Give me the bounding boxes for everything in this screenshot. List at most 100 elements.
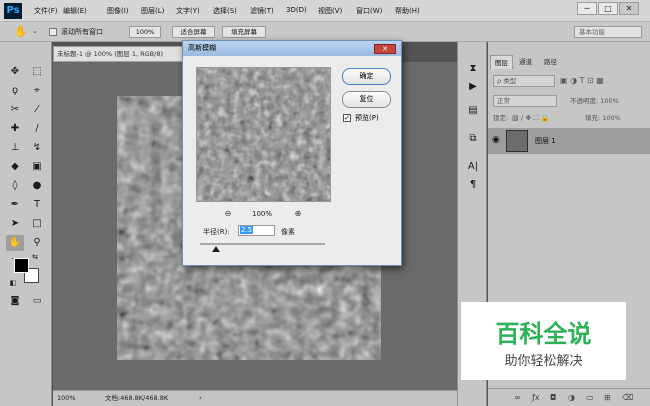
menu-window[interactable]: 窗口(W) xyxy=(356,6,382,16)
default-colors-icon[interactable]: ◧ xyxy=(8,278,18,288)
status-doc-size: 文档:468.8K/468.8K xyxy=(105,394,169,402)
dialog-title[interactable]: 高斯模糊 xyxy=(183,41,401,56)
layers-footer: ∞ ƒx ◘ ◑ ▭ ⊞ ⌫ xyxy=(488,388,650,406)
watermark-title: 百科全说 xyxy=(495,320,592,348)
dodge-tool-icon[interactable]: ● xyxy=(28,178,46,194)
menu-filter[interactable]: 滤镜(T) xyxy=(250,6,274,16)
lock-icons[interactable]: ▧ ∕ ✥ ⛶ 🔒 xyxy=(512,110,549,126)
radius-input[interactable]: 2.5 xyxy=(238,225,275,236)
status-arrow-icon[interactable]: › xyxy=(199,391,202,405)
opacity-field[interactable]: 不透明度: 100% xyxy=(570,93,619,109)
clone-stamp-tool-icon[interactable]: ⊥ xyxy=(6,140,24,156)
paragraph-panel-icon[interactable]: ¶ xyxy=(465,178,481,192)
fill-field[interactable]: 填充: 100% xyxy=(585,110,621,126)
tab-layers[interactable]: 图层 xyxy=(490,55,513,69)
history-brush-tool-icon[interactable]: ↯ xyxy=(28,140,46,156)
quick-select-tool-icon[interactable]: ⌖ xyxy=(28,83,46,99)
menu-view[interactable]: 视图(V) xyxy=(318,6,342,16)
reset-button[interactable]: 复位 xyxy=(342,91,391,108)
preview-zoom-level: 100% xyxy=(252,210,273,218)
scroll-all-windows-checkbox[interactable] xyxy=(49,28,57,36)
foreground-color-swatch[interactable] xyxy=(14,258,29,273)
menu-file[interactable]: 文件(F) xyxy=(34,6,58,16)
radius-slider[interactable] xyxy=(200,243,325,245)
brush-tool-icon[interactable]: ∕ xyxy=(28,121,46,137)
layer-row[interactable]: ◉ 图层 1 xyxy=(488,128,650,154)
eraser-tool-icon[interactable]: ◆ xyxy=(6,159,24,175)
zoom-out-icon[interactable]: ⊖ xyxy=(223,209,233,219)
maximize-button[interactable]: □ xyxy=(598,2,618,15)
menu-edit[interactable]: 编辑(E) xyxy=(63,6,87,16)
actions-panel-icon[interactable]: ▶ xyxy=(465,80,481,94)
radius-slider-thumb[interactable] xyxy=(212,246,220,252)
layer-thumbnail xyxy=(506,130,528,152)
menu-select[interactable]: 选择(S) xyxy=(213,6,237,16)
clone-source-panel-icon[interactable]: ⧉ xyxy=(465,132,481,146)
quick-mask-icon[interactable]: ◙ xyxy=(6,293,24,309)
menu-layer[interactable]: 图层(L) xyxy=(141,6,164,16)
gaussian-blur-dialog: 高斯模糊 ✕ 确定 复位 ✓ 预览(P) ⊖ 100% ⊕ 半径(R): 2.5… xyxy=(182,40,402,266)
tab-channels[interactable]: 通道 xyxy=(515,55,536,69)
ok-button[interactable]: 确定 xyxy=(342,68,391,85)
blur-preview-texture xyxy=(197,68,330,201)
trash-icon[interactable]: ⌫ xyxy=(622,389,633,406)
marquee-tool-icon[interactable]: ⬚ xyxy=(28,64,46,80)
layer-name[interactable]: 图层 1 xyxy=(535,136,556,146)
blend-mode-select[interactable]: 正常 xyxy=(493,95,557,107)
blur-tool-icon[interactable]: ◊ xyxy=(6,178,24,194)
move-tool-icon[interactable]: ✥ xyxy=(6,64,24,80)
photoshop-logo: Ps xyxy=(4,3,22,19)
fill-screen-button[interactable]: 填充屏幕 xyxy=(222,26,266,38)
rectangle-tool-icon[interactable]: □ xyxy=(28,216,46,232)
folder-icon[interactable]: ▭ xyxy=(586,389,594,406)
properties-panel-icon[interactable]: ▤ xyxy=(465,104,481,118)
new-layer-icon[interactable]: ⊞ xyxy=(604,389,611,406)
status-zoom[interactable]: 100% xyxy=(57,391,76,405)
screen-mode-icon[interactable]: ▭ xyxy=(28,293,46,309)
menu-bar: Ps 文件(F) 编辑(E) 图像(I) 图层(L) 文字(Y) 选择(S) 滤… xyxy=(0,0,650,22)
path-select-tool-icon[interactable]: ➤ xyxy=(6,216,24,232)
tools-panel: ✥ ⬚ ϙ ⌖ ✂ ⁄ ✚ ∕ ⊥ ↯ ◆ ▣ ◊ ● ✒ T ➤ □ ✋ ⚲ … xyxy=(0,42,52,406)
link-icon[interactable]: ∞ xyxy=(514,389,521,406)
close-button[interactable]: ✕ xyxy=(619,2,639,15)
preview-label: 预览(P) xyxy=(355,114,379,122)
menu-type[interactable]: 文字(Y) xyxy=(176,6,200,16)
workspace-select[interactable]: 基本功能 xyxy=(574,26,642,38)
blur-preview-image[interactable] xyxy=(196,67,331,202)
lock-label: 锁定: xyxy=(493,114,509,122)
type-tool-icon[interactable]: T xyxy=(28,197,46,213)
menu-3d[interactable]: 3D(D) xyxy=(286,6,307,14)
hand-tool-icon[interactable]: ✋ xyxy=(6,235,24,251)
radius-value[interactable]: 2.5 xyxy=(240,226,254,234)
visibility-eye-icon[interactable]: ◉ xyxy=(492,135,500,145)
dialog-close-icon[interactable]: ✕ xyxy=(374,44,396,54)
lasso-tool-icon[interactable]: ϙ xyxy=(6,83,24,99)
tool-preset-dropdown-icon[interactable]: ⌄ xyxy=(32,27,38,35)
swap-colors-icon[interactable]: ⇆ xyxy=(30,252,40,262)
gradient-tool-icon[interactable]: ▣ xyxy=(28,159,46,175)
watermark-logo: 百科全说 助你轻松解决 xyxy=(461,302,626,380)
mask-icon[interactable]: ◘ xyxy=(550,389,556,406)
menu-image[interactable]: 图像(I) xyxy=(107,6,129,16)
menu-help[interactable]: 帮助(H) xyxy=(395,6,420,16)
character-panel-icon[interactable]: A| xyxy=(465,160,481,174)
zoom-100-button[interactable]: 100% xyxy=(129,26,161,38)
tab-paths[interactable]: 路径 xyxy=(540,55,561,69)
pen-tool-icon[interactable]: ✒ xyxy=(6,197,24,213)
eyedropper-tool-icon[interactable]: ⁄ xyxy=(28,102,46,118)
layer-filter-kind[interactable]: ρ 类型 xyxy=(493,75,555,87)
history-panel-icon[interactable]: ⧗ xyxy=(465,62,481,76)
radius-label: 半径(R): xyxy=(203,228,230,236)
hand-tool-icon[interactable]: ✋ xyxy=(14,25,28,38)
zoom-in-icon[interactable]: ⊕ xyxy=(293,209,303,219)
zoom-tool-icon[interactable]: ⚲ xyxy=(28,235,46,251)
minimize-button[interactable]: ─ xyxy=(577,2,597,15)
layer-filter-icons[interactable]: ▣ ◑ T ⊡ ▦ xyxy=(560,73,604,89)
adjustment-icon[interactable]: ◑ xyxy=(568,389,575,406)
fx-icon[interactable]: ƒx xyxy=(532,389,540,406)
preview-checkbox[interactable]: ✓ xyxy=(343,114,351,122)
healing-brush-tool-icon[interactable]: ✚ xyxy=(6,121,24,137)
document-tab[interactable]: 未标题-1 @ 100% (图层 1, RGB/8) xyxy=(53,46,183,62)
fit-screen-button[interactable]: 适合屏幕 xyxy=(172,26,215,38)
crop-tool-icon[interactable]: ✂ xyxy=(6,102,24,118)
